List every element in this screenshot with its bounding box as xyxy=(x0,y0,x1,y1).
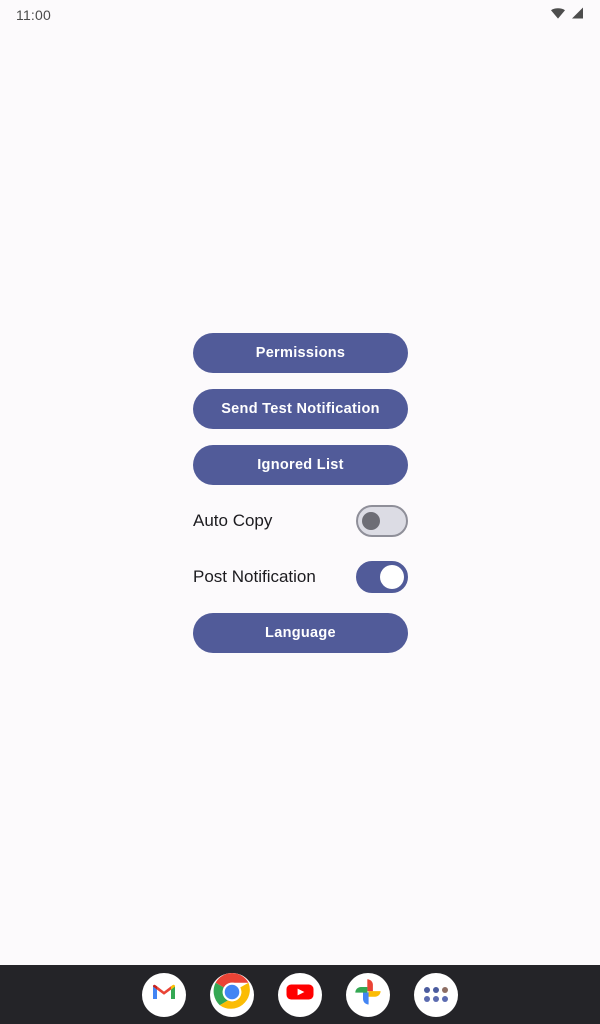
language-button[interactable]: Language xyxy=(193,613,408,653)
auto-copy-row: Auto Copy xyxy=(193,501,408,541)
status-bar: 11:00 xyxy=(0,0,600,30)
settings-stack: Permissions Send Test Notification Ignor… xyxy=(193,333,408,669)
dock xyxy=(0,965,600,1024)
app-drawer-icon xyxy=(424,987,448,1002)
wifi-icon xyxy=(550,6,566,25)
dock-item-photos[interactable] xyxy=(346,972,390,1017)
chrome-icon xyxy=(212,973,252,1017)
dock-item-app-drawer[interactable] xyxy=(414,972,458,1017)
app-content-area: Permissions Send Test Notification Ignor… xyxy=(0,30,600,965)
status-bar-icons xyxy=(550,6,584,25)
google-photos-icon xyxy=(353,977,383,1012)
post-notification-toggle-thumb xyxy=(380,565,404,589)
auto-copy-toggle-thumb xyxy=(362,512,380,530)
gmail-icon xyxy=(150,978,178,1011)
youtube-icon xyxy=(285,977,315,1012)
permissions-button[interactable]: Permissions xyxy=(193,333,408,373)
post-notification-label: Post Notification xyxy=(193,567,316,586)
post-notification-toggle[interactable] xyxy=(356,561,408,593)
cellular-signal-icon xyxy=(570,6,584,25)
auto-copy-toggle[interactable] xyxy=(356,505,408,537)
dock-item-youtube[interactable] xyxy=(278,972,322,1017)
status-bar-clock: 11:00 xyxy=(16,7,51,23)
ignored-list-button[interactable]: Ignored List xyxy=(193,445,408,485)
auto-copy-label: Auto Copy xyxy=(193,511,273,530)
dock-item-chrome[interactable] xyxy=(210,972,254,1017)
send-test-notification-button[interactable]: Send Test Notification xyxy=(193,389,408,429)
dock-item-gmail[interactable] xyxy=(142,972,186,1017)
post-notification-row: Post Notification xyxy=(193,557,408,597)
